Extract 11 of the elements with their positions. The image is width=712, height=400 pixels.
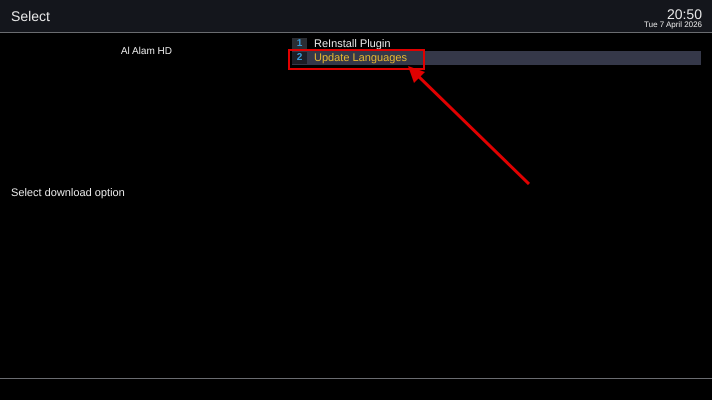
menu-item[interactable]: 2 Update Languages bbox=[292, 51, 701, 65]
item-label: Update Languages bbox=[314, 52, 407, 64]
window-title: Select bbox=[11, 8, 50, 24]
clock-time: 20:50 bbox=[666, 5, 702, 21]
prompt-text: Select download option bbox=[11, 187, 126, 199]
menu-item[interactable]: 1 ReInstall Plugin bbox=[292, 37, 701, 51]
channel-name: Al Alam HD bbox=[120, 45, 172, 59]
item-number: 1 bbox=[292, 38, 307, 50]
item-number: 2 bbox=[292, 52, 307, 64]
clock-date: Tue 7 April 2026 bbox=[644, 21, 702, 29]
item-label: ReInstall Plugin bbox=[314, 38, 390, 50]
